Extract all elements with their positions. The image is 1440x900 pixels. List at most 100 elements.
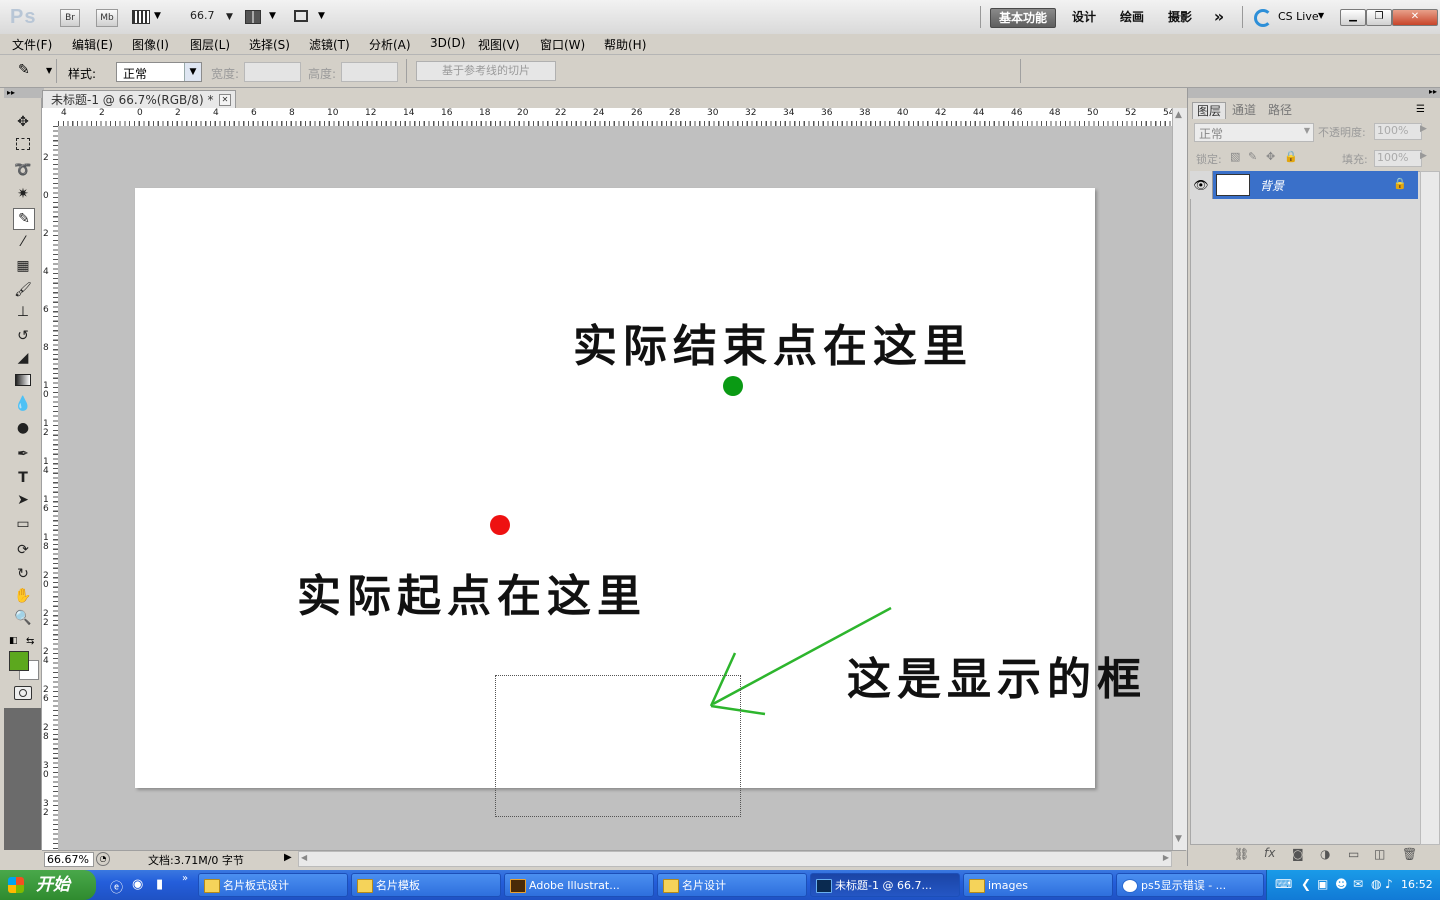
vertical-scrollbar[interactable]: ▲ ▼ bbox=[1172, 108, 1187, 850]
cs-live-button[interactable]: CS Live ▼ bbox=[1254, 8, 1334, 27]
slices-from-guides-button[interactable]: 基于参考线的切片 bbox=[416, 61, 556, 81]
collapse-icon[interactable]: ▸▸ bbox=[1429, 87, 1437, 96]
taskbar-item-folder[interactable]: images bbox=[963, 873, 1113, 897]
opacity-slider-arrow-icon[interactable]: ▶ bbox=[1420, 124, 1427, 134]
tab-layers[interactable]: 图层 bbox=[1192, 102, 1227, 119]
menu-edit[interactable]: 编辑(E) bbox=[72, 36, 113, 53]
3d-rotate-tool-icon[interactable]: ⟳ bbox=[13, 540, 33, 560]
history-brush-tool-icon[interactable]: ↺ bbox=[13, 326, 33, 346]
path-selection-tool-icon[interactable]: ➤ bbox=[13, 490, 33, 510]
foreground-color-swatch[interactable] bbox=[9, 651, 29, 671]
tray-arrow-icon[interactable]: ❮ bbox=[1301, 877, 1311, 891]
quicklaunch-more-icon[interactable]: » bbox=[182, 873, 188, 884]
move-tool-icon[interactable]: ✥ bbox=[13, 112, 33, 132]
eyedropper-tool-icon[interactable]: ⁄ bbox=[13, 232, 33, 252]
fill-slider-arrow-icon[interactable]: ▶ bbox=[1420, 151, 1427, 161]
fill-field[interactable]: 100% bbox=[1374, 150, 1422, 167]
opacity-field[interactable]: 100% bbox=[1374, 123, 1422, 140]
lasso-tool-icon[interactable]: ➰ bbox=[13, 160, 33, 180]
start-button[interactable]: 开始 bbox=[0, 870, 96, 900]
qq-tray-icon[interactable]: ☻ bbox=[1335, 877, 1348, 891]
network-tray-icon[interactable]: ▣ bbox=[1317, 877, 1328, 891]
document-tab[interactable]: 未标题-1 @ 66.7%(RGB/8) * ✕ bbox=[42, 90, 236, 108]
gradient-tool-icon[interactable] bbox=[13, 372, 33, 392]
more-workspaces-button[interactable]: » bbox=[1206, 8, 1232, 26]
minimize-button[interactable]: ▁ bbox=[1340, 9, 1366, 26]
close-icon[interactable]: ✕ bbox=[219, 94, 231, 106]
menu-analysis[interactable]: 分析(A) bbox=[369, 36, 411, 53]
status-menu-arrow-icon[interactable]: ▶ bbox=[284, 852, 292, 863]
ruler-origin[interactable] bbox=[42, 108, 59, 127]
workspace-painting[interactable]: 绘画 bbox=[1114, 8, 1150, 26]
menu-file[interactable]: 文件(F) bbox=[12, 36, 52, 53]
security-tray-icon[interactable]: ◍ bbox=[1371, 877, 1381, 891]
tab-channels[interactable]: 通道 bbox=[1228, 102, 1260, 118]
arrange-documents-dropdown[interactable]: ▼ bbox=[245, 9, 277, 25]
scroll-left-icon[interactable]: ◀ bbox=[301, 853, 307, 862]
scroll-up-icon[interactable]: ▲ bbox=[1175, 110, 1182, 120]
bridge-button[interactable]: Br bbox=[60, 9, 80, 27]
magic-wand-tool-icon[interactable]: ✷ bbox=[13, 184, 33, 204]
swap-colors-icon[interactable]: ⇆ bbox=[26, 636, 34, 647]
height-field[interactable] bbox=[341, 62, 398, 82]
menu-help[interactable]: 帮助(H) bbox=[604, 36, 646, 53]
panel-dock-header[interactable]: ▸▸ bbox=[1188, 87, 1440, 98]
style-select[interactable]: 正常 ▼ bbox=[116, 62, 202, 82]
menu-window[interactable]: 窗口(W) bbox=[540, 36, 585, 53]
tool-preset-picker[interactable]: ✎ ▼ bbox=[8, 59, 57, 83]
healing-brush-tool-icon[interactable]: ▦ bbox=[13, 256, 33, 276]
chat-tray-icon[interactable]: ✉ bbox=[1353, 877, 1363, 891]
mini-bridge-button[interactable]: Mb bbox=[96, 9, 118, 27]
menu-view[interactable]: 视图(V) bbox=[478, 36, 520, 53]
view-extras-dropdown[interactable]: ▼ bbox=[132, 9, 162, 25]
blend-mode-select[interactable]: 正常 ▼ bbox=[1194, 123, 1314, 142]
tab-paths[interactable]: 路径 bbox=[1264, 102, 1296, 118]
brush-tool-icon[interactable]: 🖌 bbox=[13, 280, 33, 300]
horizontal-scrollbar[interactable]: ◀ ▶ bbox=[298, 851, 1172, 867]
layer-style-fx-icon[interactable]: fx bbox=[1264, 846, 1275, 860]
taskbar-item-folder[interactable]: 名片板式设计 bbox=[198, 873, 348, 897]
status-options-icon[interactable]: ◔ bbox=[96, 852, 110, 866]
horizontal-ruler[interactable]: 4 2 0 2 4 6 8 10 12 14 16 18 20 22 24 26 28 30 32 34 36 38 40 4… bbox=[58, 108, 1172, 127]
taskbar-item-browser[interactable]: ps5显示错误 - ... bbox=[1116, 873, 1264, 897]
screen-mode-dropdown[interactable]: ▼ bbox=[294, 9, 326, 25]
media-quicklaunch-icon[interactable]: ▮ bbox=[156, 877, 163, 892]
browser-quicklaunch-icon[interactable]: ◉ bbox=[132, 877, 143, 892]
link-layers-icon[interactable]: ⛓ bbox=[1234, 847, 1249, 861]
zoom-tool-icon[interactable]: 🔍 bbox=[13, 608, 33, 628]
menu-layer[interactable]: 图层(L) bbox=[190, 36, 230, 53]
scroll-down-icon[interactable]: ▼ bbox=[1175, 834, 1182, 844]
pen-tool-icon[interactable]: ✒ bbox=[13, 444, 33, 464]
status-zoom-field[interactable]: 66.67% bbox=[44, 852, 94, 867]
taskbar-item-illustrator[interactable]: Adobe Illustrat... bbox=[504, 873, 654, 897]
layer-row-background[interactable]: 👁 背景 🔒 bbox=[1190, 171, 1418, 199]
layers-scrollbar[interactable] bbox=[1420, 171, 1440, 845]
panel-menu-icon[interactable]: ☰ bbox=[1416, 104, 1425, 115]
blur-tool-icon[interactable]: 💧 bbox=[13, 394, 33, 414]
new-group-icon[interactable]: ▭ bbox=[1348, 847, 1359, 861]
delete-layer-icon[interactable]: 🗑 bbox=[1402, 847, 1417, 861]
eraser-tool-icon[interactable]: ◢ bbox=[13, 348, 33, 368]
slice-tool-icon[interactable]: ✎ bbox=[13, 208, 35, 230]
type-tool-icon[interactable]: T bbox=[13, 468, 33, 488]
hand-tool-icon[interactable]: ✋ bbox=[13, 586, 33, 606]
workspace-photography[interactable]: 摄影 bbox=[1162, 8, 1198, 26]
lock-image-icon[interactable]: ✎ bbox=[1248, 150, 1257, 163]
collapse-icon[interactable]: ▸▸ bbox=[4, 88, 44, 98]
lock-transparent-icon[interactable]: ▧ bbox=[1230, 150, 1240, 163]
scroll-right-icon[interactable]: ▶ bbox=[1163, 853, 1169, 862]
lock-position-icon[interactable]: ✥ bbox=[1266, 150, 1275, 163]
dodge-tool-icon[interactable]: ● bbox=[13, 418, 33, 438]
quick-mask-icon[interactable] bbox=[14, 686, 32, 700]
ie-quicklaunch-icon[interactable]: ⓔ bbox=[110, 877, 123, 896]
marquee-tool-icon[interactable] bbox=[13, 136, 33, 156]
zoom-level-dropdown[interactable]: 66.7 ▼ bbox=[190, 9, 233, 22]
workspace-design[interactable]: 设计 bbox=[1066, 8, 1102, 26]
taskbar-item-photoshop[interactable]: 未标题-1 @ 66.7... bbox=[810, 873, 960, 897]
width-field[interactable] bbox=[244, 62, 301, 82]
menu-3d[interactable]: 3D(D) bbox=[430, 36, 465, 50]
shape-tool-icon[interactable]: ▭ bbox=[13, 514, 33, 534]
add-mask-icon[interactable]: ◙ bbox=[1292, 847, 1304, 861]
clone-stamp-tool-icon[interactable]: ⊥ bbox=[13, 302, 33, 322]
default-colors-icon[interactable]: ◧ bbox=[9, 636, 18, 646]
